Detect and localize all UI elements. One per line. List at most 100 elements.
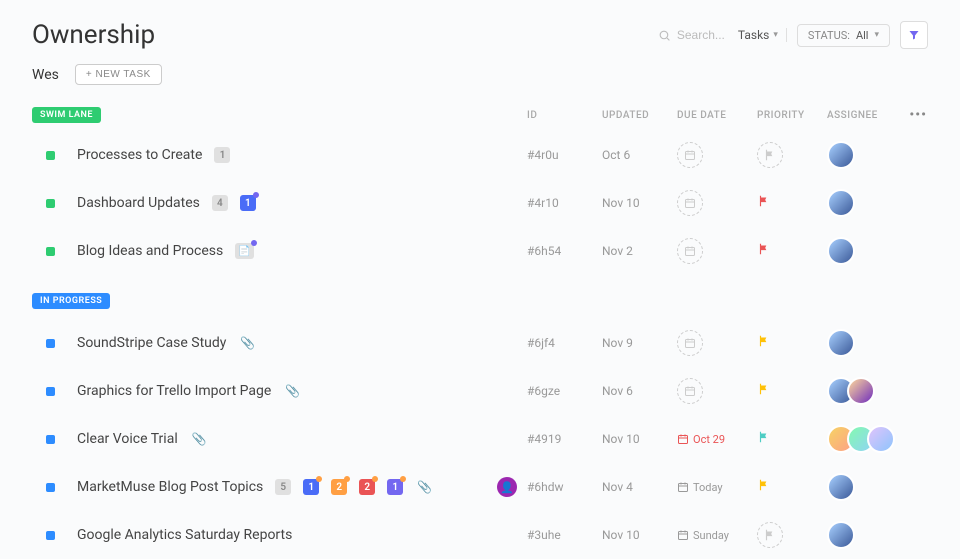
status-filter[interactable]: STATUS: All ▾ — [797, 24, 890, 47]
assignee-stack[interactable] — [827, 141, 907, 169]
avatar[interactable] — [827, 189, 855, 217]
due-date-empty[interactable] — [677, 330, 703, 356]
tasks-dropdown[interactable]: Tasks ▾ — [738, 28, 778, 42]
priority-flag[interactable] — [757, 432, 771, 448]
priority-flag[interactable] — [757, 244, 771, 260]
due-date-empty[interactable] — [677, 378, 703, 404]
attachment-icon: 📎 — [417, 480, 432, 494]
avatar[interactable] — [827, 237, 855, 265]
task-row[interactable]: MarketMuse Blog Post Topics 51221📎👤 #6hd… — [0, 463, 960, 511]
search-input[interactable] — [677, 28, 732, 42]
due-date[interactable]: Today — [677, 481, 757, 494]
task-title[interactable]: Dashboard Updates — [77, 195, 200, 211]
task-badge: 1 — [240, 195, 256, 211]
status-square[interactable] — [46, 199, 55, 208]
status-value: All — [856, 29, 869, 42]
col-due[interactable]: DUE DATE — [677, 110, 757, 121]
status-square[interactable] — [46, 339, 55, 348]
task-id: #4r10 — [527, 196, 602, 210]
due-date-empty[interactable] — [677, 190, 703, 216]
avatar[interactable] — [827, 473, 855, 501]
task-badge: 4 — [212, 195, 228, 211]
task-updated: Nov 10 — [602, 196, 677, 210]
avatar[interactable] — [827, 141, 855, 169]
task-row[interactable]: Google Analytics Saturday Reports #3uhe … — [0, 511, 960, 559]
task-badge: 1 — [387, 479, 403, 495]
task-row[interactable]: SoundStripe Case Study 📎 #6jf4 Nov 9 — [0, 319, 960, 367]
task-row[interactable]: Clear Voice Trial 📎 #4919 Nov 10 Oct 29 — [0, 415, 960, 463]
task-updated: Oct 6 — [602, 148, 677, 162]
task-id: #4919 — [527, 432, 602, 446]
assignee-stack[interactable] — [827, 329, 907, 357]
task-title[interactable]: Blog Ideas and Process — [77, 243, 223, 259]
due-date[interactable]: Oct 29 — [677, 433, 757, 446]
priority-empty[interactable] — [757, 142, 783, 168]
task-id: #6jf4 — [527, 336, 602, 350]
avatar[interactable] — [827, 521, 855, 549]
due-date-empty[interactable] — [677, 238, 703, 264]
attachment-icon: 📎 — [192, 432, 207, 446]
filter-button[interactable] — [900, 21, 928, 49]
col-priority[interactable]: PRIORITY — [757, 110, 827, 121]
page-title: Ownership — [32, 20, 155, 50]
task-id: #4r0u — [527, 148, 602, 162]
assignee-stack[interactable] — [827, 473, 907, 501]
task-title[interactable]: Graphics for Trello Import Page — [77, 383, 271, 399]
status-square[interactable] — [46, 531, 55, 540]
chevron-down-icon: ▾ — [773, 30, 778, 40]
task-title[interactable]: Processes to Create — [77, 147, 202, 163]
task-updated: Nov 10 — [602, 432, 677, 446]
due-date-empty[interactable] — [677, 142, 703, 168]
status-label: STATUS: — [808, 29, 850, 42]
priority-flag[interactable] — [757, 480, 771, 496]
priority-flag[interactable] — [757, 196, 771, 212]
col-id[interactable]: ID — [527, 110, 602, 121]
task-id: #6hdw — [527, 480, 602, 494]
column-headers: SWIM LANE ID UPDATED DUE DATE PRIORITY A… — [0, 99, 960, 131]
task-title[interactable]: Google Analytics Saturday Reports — [77, 527, 292, 543]
task-badge: 2 — [331, 479, 347, 495]
new-task-button[interactable]: + NEW TASK — [75, 64, 162, 85]
assignee-stack[interactable] — [827, 521, 907, 549]
status-square[interactable] — [46, 483, 55, 492]
attachment-icon: 📎 — [240, 336, 255, 350]
status-square[interactable] — [46, 151, 55, 160]
avatar[interactable] — [827, 329, 855, 357]
task-badge: 2 — [359, 479, 375, 495]
status-square[interactable] — [46, 247, 55, 256]
status-square[interactable] — [46, 387, 55, 396]
lane-label[interactable]: IN PROGRESS — [32, 293, 110, 309]
task-updated: Nov 2 — [602, 244, 677, 258]
col-updated[interactable]: UPDATED — [602, 110, 677, 121]
avatar[interactable] — [847, 377, 875, 405]
owner-name: Wes — [32, 67, 59, 83]
task-row[interactable]: Dashboard Updates 41 #4r10 Nov 10 — [0, 179, 960, 227]
task-updated: Nov 9 — [602, 336, 677, 350]
funnel-icon — [908, 29, 920, 41]
task-row[interactable]: Blog Ideas and Process 📄 #6h54 Nov 2 — [0, 227, 960, 275]
task-title[interactable]: MarketMuse Blog Post Topics — [77, 479, 263, 495]
priority-flag[interactable] — [757, 384, 771, 400]
task-row[interactable]: Processes to Create 1 #4r0u Oct 6 — [0, 131, 960, 179]
chevron-down-icon: ▾ — [874, 30, 879, 40]
more-icon[interactable]: ••• — [909, 107, 927, 123]
task-updated: Nov 6 — [602, 384, 677, 398]
search-wrap[interactable]: Tasks ▾ — [658, 28, 787, 42]
lane-label[interactable]: SWIM LANE — [32, 107, 101, 123]
col-assignee[interactable]: ASSIGNEE — [827, 110, 907, 121]
avatar[interactable] — [867, 425, 895, 453]
assignee-stack[interactable] — [827, 189, 907, 217]
task-id: #6h54 — [527, 244, 602, 258]
assignee-stack[interactable] — [827, 377, 907, 405]
tasks-label: Tasks — [738, 28, 770, 42]
priority-flag[interactable] — [757, 336, 771, 352]
user-bubble-icon[interactable]: 👤 — [497, 477, 517, 497]
task-title[interactable]: SoundStripe Case Study — [77, 335, 226, 351]
priority-empty[interactable] — [757, 522, 783, 548]
task-title[interactable]: Clear Voice Trial — [77, 431, 178, 447]
task-badge: 5 — [275, 479, 291, 495]
task-row[interactable]: Graphics for Trello Import Page 📎 #6gze … — [0, 367, 960, 415]
assignee-stack[interactable] — [827, 425, 907, 453]
assignee-stack[interactable] — [827, 237, 907, 265]
status-square[interactable] — [46, 435, 55, 444]
